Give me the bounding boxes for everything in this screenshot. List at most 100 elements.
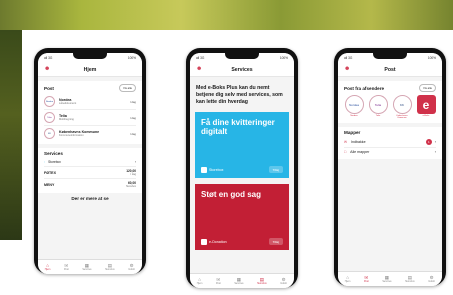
tab-post[interactable]: ✉ Post [216,277,221,285]
inbox-icon: ✉ [344,139,348,144]
tab-home[interactable]: ⌂ Hjem [45,263,51,271]
tab-settings[interactable]: ⚙ Indstil. [280,277,287,285]
app-header: ☻ Services [190,63,294,77]
sender-logo: KK [44,128,55,139]
background-photo-left [0,30,22,240]
page-title: Services [231,66,253,73]
see-all-button[interactable]: Vis alle [119,84,136,92]
phone-post: all 3G 14:45 100% ☻ Post Post fra afsend… [334,48,446,286]
senders-title: Post fra afsendere [344,85,385,91]
inbox-label: Indbakke [351,139,366,144]
receipt-row[interactable]: MENY 60,00 Storebox [44,179,136,190]
services-screen: all 3G 14:45 100% ☻ Services Med e-Boks … [190,53,294,288]
tab-post[interactable]: ✉ Post [364,275,369,283]
tab-home[interactable]: ⌂ Hjem [345,275,351,283]
receipt-date: I dag [130,173,136,176]
post-item[interactable]: Telia Telia Mobilregning I dag [44,110,136,126]
sender-tile[interactable]: KK Københavns Kommune [392,95,412,120]
sender-name: Telia [375,115,381,117]
page-title: Post [384,66,396,73]
chevron-right-icon: › [434,149,436,154]
storebox-logo-icon [201,166,207,173]
add-donation-button[interactable]: Tilføj [268,238,283,245]
status-battery: 100% [427,56,436,60]
sender-name: Københavns Kommune [396,115,408,120]
background-photo [0,0,453,30]
post-screen: all 3G 14:45 100% ☻ Post Post fra afsend… [338,53,442,286]
tab-services[interactable]: ▦ Services [82,263,91,271]
tab-services[interactable]: ▦ Services [234,277,243,285]
tab-post[interactable]: ✉ Post [64,263,69,271]
card-brand: Storebox [209,167,224,172]
sender-logo: KK [392,95,412,114]
phone-notch [225,53,259,59]
phone-services: all 3G 14:45 100% ☻ Services Med e-Boks … [186,48,298,288]
donation-card[interactable]: Støt en god sag e-Donation Tilføj [195,184,289,250]
tab-storebox[interactable]: ▤ Storebox [405,275,415,283]
status-battery: 100% [127,56,136,60]
status-signal: all 3G [44,56,53,60]
sender-tile[interactable]: e e-Boks [416,95,436,120]
message-subject: Lånedokument [59,102,77,105]
status-signal: all 3G [196,56,205,60]
tab-storebox[interactable]: ▤ Storebox [257,277,267,285]
message-subject: Mobilregning [59,118,74,121]
chevron-right-icon: › [134,160,136,164]
store-name: FØTEX [44,170,56,175]
sender-tile[interactable]: Telia Telia [368,95,388,120]
tab-bar: ⌂ Hjem ✉ Post ▦ Services ▤ Storebox ⚙ Indstil… [190,273,294,288]
folders-title: Mapper [344,129,361,135]
tab-storebox[interactable]: ▤ Storebox [105,263,115,271]
sender-name: Nordea [350,115,358,117]
post-title: Post [44,85,54,91]
receipt-row[interactable]: FØTEX 120,00 I dag [44,167,136,179]
user-icon[interactable]: ☻ [344,66,351,73]
services-title: Services [44,151,63,156]
add-storebox-button[interactable]: Tilføj [268,166,283,173]
status-battery: 100% [279,56,288,60]
see-all-button[interactable]: Vis alle [419,84,436,92]
post-item[interactable]: Nordea Nordea Lånedokument I dag [44,94,136,110]
message-date: I dag [129,131,136,136]
app-header: ☻ Post [338,63,442,77]
sender-logo: Nordea [344,95,364,114]
all-folders-label: Alle mapper [350,149,370,154]
sender-logo: Nordea [44,96,55,107]
post-item[interactable]: KK Københavns Kommune Kommuneinformation… [44,126,136,141]
sender-logo: Telia [44,112,55,123]
sender-logo: e [416,95,436,114]
phone-notch [73,53,107,59]
storebox-card[interactable]: Få dine kvitteringer digitalt Storebox T… [195,112,289,178]
user-icon[interactable]: ☻ [196,66,203,73]
inbox-row[interactable]: ✉ Indbakke 1 › [344,137,436,148]
tab-services[interactable]: ▦ Services [382,275,391,283]
sender-logo: Telia [368,95,388,114]
storebox-icon: ◦ [44,160,46,164]
all-folders-row[interactable]: □ Alle mapper › [344,148,436,156]
card-brand: e-Donation [209,239,227,244]
user-icon[interactable]: ☻ [44,66,51,73]
senders-section: Post fra afsendere Vis alle Nordea Norde… [338,81,442,123]
page-title: Hjem [83,66,97,73]
edonation-logo-icon [201,238,207,245]
folders-section: Mapper ✉ Indbakke 1 › □ Alle mapper › [338,126,442,159]
more-to-see-heading: Der er mere at se [71,196,109,201]
tab-home[interactable]: ⌂ Hjem [197,277,203,285]
post-section: Post Vis alle Nordea Nordea Lånedokument… [38,81,142,144]
unread-badge: 1 [425,138,432,145]
storebox-row[interactable]: ◦ Storebox › [44,158,136,167]
tab-settings[interactable]: ⚙ Indstil. [428,275,435,283]
chevron-right-icon: › [434,139,436,144]
app-header: ☻ Hjem [38,63,142,77]
tab-bar: ⌂ Hjem ✉ Post ▦ Services ▤ Storebox ⚙ Indstil… [38,259,142,274]
card-title: Støt en god sag [201,190,261,199]
message-date: I dag [129,99,136,104]
message-date: I dag [129,115,136,120]
tab-settings[interactable]: ⚙ Indstil. [128,263,135,271]
sender-tile[interactable]: Nordea Nordea [344,95,364,120]
services-intro: Med e-Boks Plus kan du nemt betjene dig … [190,77,294,112]
phone-home: all 3G 14:45 100% ☻ Hjem Post Vis alle N… [34,48,146,274]
folder-icon: □ [344,149,347,154]
tab-bar: ⌂ Hjem ✉ Post ▦ Services ▤ Storebox ⚙ Indstil… [338,271,442,286]
storebox-label: Storebox [48,160,61,164]
